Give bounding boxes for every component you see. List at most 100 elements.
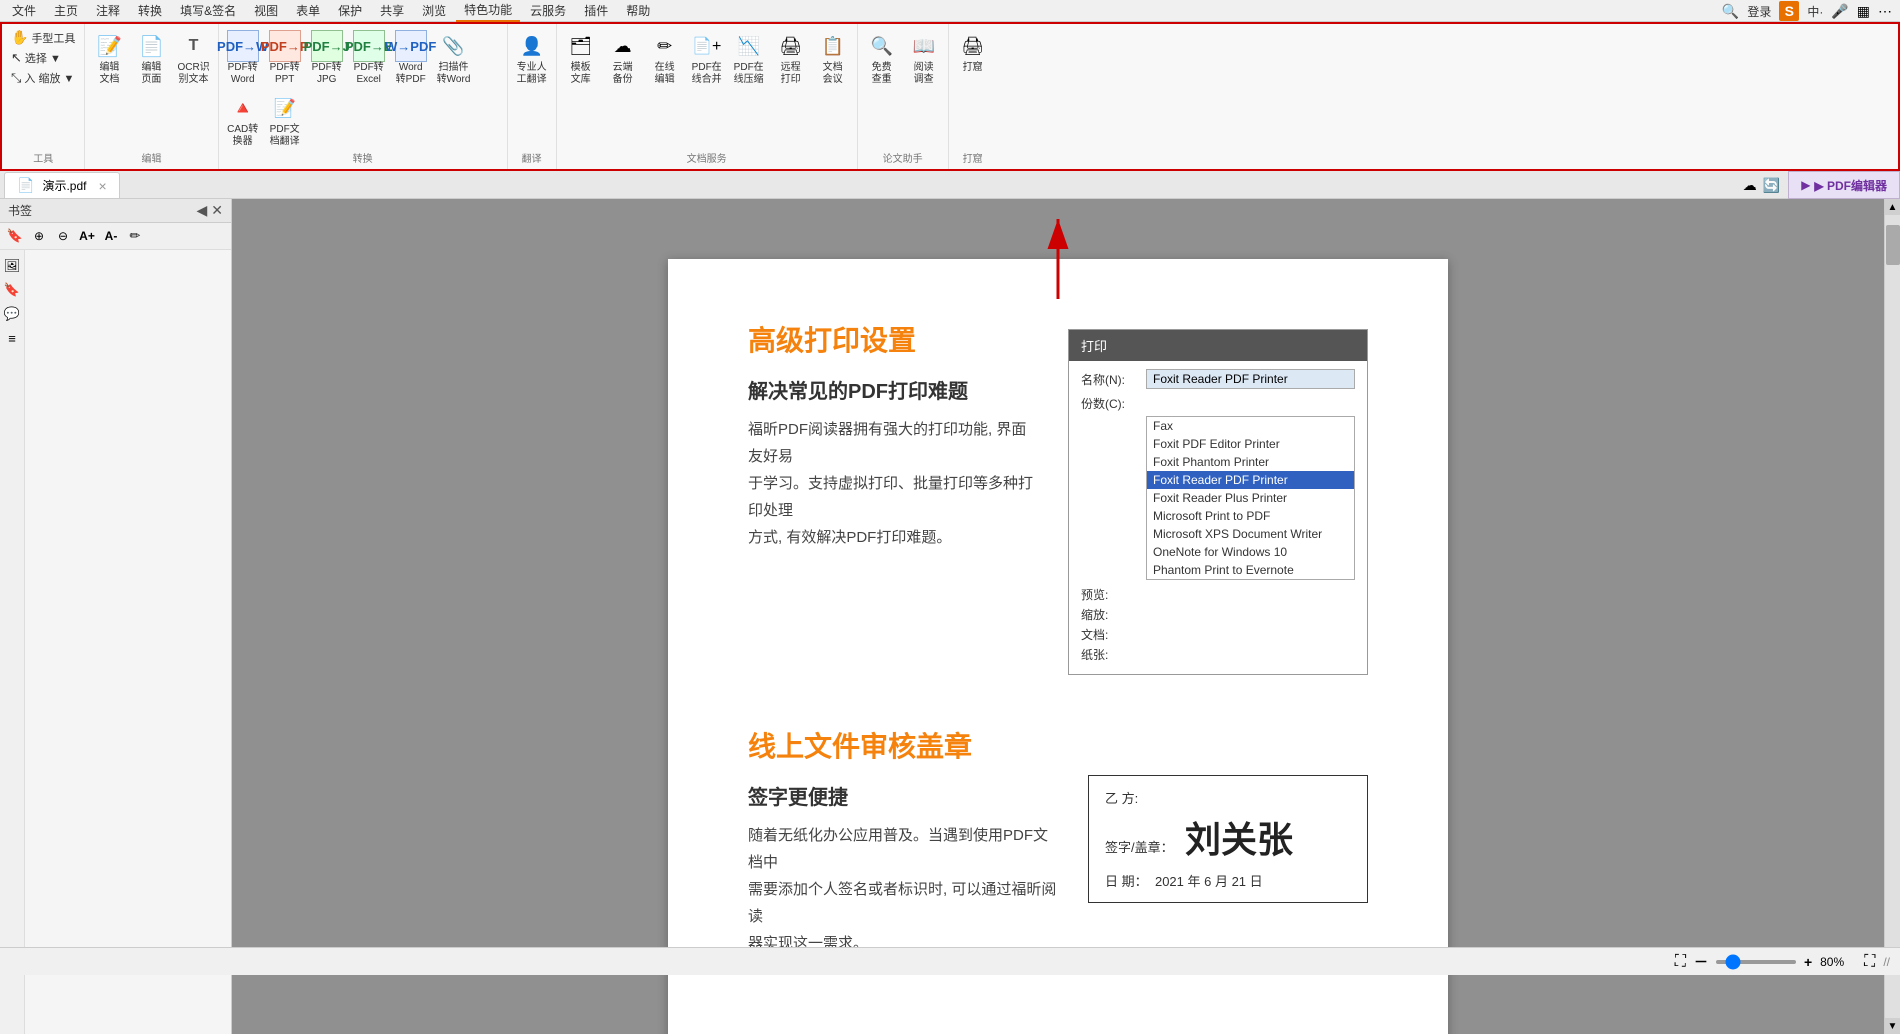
panel-expand-icon[interactable]: ◀	[196, 202, 207, 219]
tools-group-label: 工具	[8, 150, 78, 165]
name-label: 名称(N):	[1081, 371, 1146, 388]
text-decrease-button[interactable]: A-	[100, 225, 122, 247]
panel-collapse-icon[interactable]: ✕	[211, 202, 223, 219]
section2-body1: 随着无纸化办公应用普及。当遇到使用PDF文档中	[748, 822, 1058, 876]
bookmark-collapse-button[interactable]: ⊖	[52, 225, 74, 247]
top-icon-zh: 中·	[1807, 3, 1823, 20]
text-increase-button[interactable]: A+	[76, 225, 98, 247]
cloud-backup-button[interactable]: ☁ 云端备份	[603, 28, 643, 88]
word-to-pdf-button[interactable]: W→PDF Word转PDF	[391, 28, 431, 88]
template-lib-button[interactable]: 🗂 模板文库	[561, 28, 601, 88]
search-icon[interactable]: 🔍	[1722, 3, 1739, 20]
grid-icon[interactable]: ▦	[1857, 3, 1870, 20]
cad-icon: 🔺	[227, 92, 259, 124]
section1-body1: 福昕PDF阅读器拥有强大的打印功能, 界面友好易	[748, 416, 1038, 470]
pdf-to-jpg-button[interactable]: PDF→J PDF转JPG	[307, 28, 347, 88]
logo-s: S	[1779, 1, 1799, 21]
menu-item-share[interactable]: 共享	[372, 0, 412, 21]
printer-ms-xps: Microsoft XPS Document Writer	[1147, 525, 1354, 543]
tab-close-button[interactable]: ×	[98, 178, 106, 194]
ocr-icon: T	[178, 30, 210, 62]
left-panel: 书签 ◀ ✕ 🔖 ⊕ ⊖ A+ A- ✏ 🖼 🔖 💬 ≡	[0, 199, 232, 1034]
sidebar-annot-button[interactable]: 💬	[2, 304, 22, 324]
online-edit-button[interactable]: ✏ 在线编辑	[645, 28, 685, 88]
menu-item-help[interactable]: 帮助	[618, 0, 658, 21]
more-icon[interactable]: ⋯	[1878, 3, 1892, 20]
preview-label: 预览:	[1081, 586, 1146, 603]
pdf-tab[interactable]: 📄 演示.pdf ×	[4, 172, 120, 198]
scrollbar-thumb[interactable]	[1886, 225, 1900, 265]
reading-survey-button[interactable]: 📖 阅读调查	[904, 28, 944, 88]
printer-fax: Fax	[1147, 417, 1354, 435]
hand-tool-button[interactable]: ✋ 手型工具	[8, 28, 78, 47]
convert-group-label: 转换	[223, 150, 503, 165]
print-button[interactable]: 🖨 打窟	[953, 28, 993, 76]
pdf-editor-button[interactable]: ▶ ▶ PDF编辑器	[1788, 171, 1900, 199]
pdf-to-ppt-button[interactable]: PDF→P PDF转PPT	[265, 28, 305, 88]
cad-convert-button[interactable]: 🔺 CAD转换器	[223, 90, 263, 150]
zoom-dialog-label: 缩放:	[1081, 606, 1146, 623]
name-value: Foxit Reader PDF Printer	[1146, 369, 1355, 389]
party-label: 乙 方:	[1105, 788, 1138, 807]
zoom-minus-button[interactable]: －	[1694, 952, 1708, 972]
pdf-page: 高级打印设置 解决常见的PDF打印难题 福昕PDF阅读器拥有强大的打印功能, 界…	[668, 259, 1448, 1034]
pdf-to-excel-button[interactable]: PDF→E PDF转Excel	[349, 28, 389, 88]
menu-item-annotate[interactable]: 注释	[88, 0, 128, 21]
doc-meeting-button[interactable]: 📋 文档会议	[813, 28, 853, 88]
zoom-slider[interactable]	[1716, 960, 1796, 964]
menu-item-form[interactable]: 表单	[288, 0, 328, 21]
paper-label: 纸张:	[1081, 646, 1146, 663]
pdf-editor-label: ▶ PDF编辑器	[1814, 177, 1887, 194]
zoom-plus-button[interactable]: +	[1804, 954, 1812, 970]
mic-icon[interactable]: 🎤	[1831, 3, 1848, 20]
menu-item-special[interactable]: 特色功能	[456, 0, 520, 22]
online-merge-button[interactable]: 📄+ PDF在线合并	[687, 28, 727, 88]
printer-foxit-reader[interactable]: Foxit Reader PDF Printer	[1147, 471, 1354, 489]
merge-icon: 📄+	[691, 30, 723, 62]
menu-item-sign[interactable]: 填写&签名	[172, 0, 244, 21]
sync-icon-tab: 🔄	[1763, 177, 1780, 194]
remote-print-icon: 🖨	[775, 30, 807, 62]
ocr-button[interactable]: T OCR识别文本	[173, 28, 213, 88]
bookmark-add-button[interactable]: 🔖	[4, 225, 26, 247]
pdf-translate-button[interactable]: 📝 PDF文档翻译	[265, 90, 305, 150]
online-compress-button[interactable]: 📉 PDF在线压缩	[729, 28, 769, 88]
fit-width-button[interactable]: ⛶	[1864, 953, 1875, 971]
menu-item-convert[interactable]: 转换	[130, 0, 170, 21]
sidebar-thumb-button[interactable]: 🖼	[2, 256, 22, 276]
pdf-to-word-icon: PDF→W	[227, 30, 259, 62]
section1-subtitle: 解决常见的PDF打印难题	[748, 375, 1038, 404]
menu-item-view[interactable]: 视图	[246, 0, 286, 21]
login-button[interactable]: 登录	[1747, 3, 1771, 20]
bookmark-edit-button[interactable]: ✏	[124, 225, 146, 247]
menu-item-browse[interactable]: 浏览	[414, 0, 454, 21]
zoom-tool-button[interactable]: ⤡ 入 缩放 ▼	[8, 69, 78, 87]
menu-item-plugin[interactable]: 插件	[576, 0, 616, 21]
remote-print-button[interactable]: 🖨 远程打印	[771, 28, 811, 88]
tab-label: 演示.pdf	[42, 177, 86, 194]
scan-to-word-button[interactable]: 📎 扫描件转Word	[433, 28, 475, 88]
plagiarism-check-button[interactable]: 🔍 免费查重	[862, 28, 902, 88]
pdf-to-jpg-icon: PDF→J	[311, 30, 343, 62]
zoom-value-label: 80%	[1820, 955, 1856, 969]
edit-doc-icon: 📝	[93, 30, 125, 62]
printer-foxit-phantom: Foxit Phantom Printer	[1147, 453, 1354, 471]
select-icon: ↖	[11, 50, 22, 66]
pdf-to-word-button[interactable]: PDF→W PDF转Word	[223, 28, 263, 88]
meeting-icon: 📋	[817, 30, 849, 62]
menu-item-file[interactable]: 文件	[4, 0, 44, 21]
fit-page-button[interactable]: ⛶	[1675, 953, 1686, 971]
scan-icon: 📎	[438, 30, 470, 62]
bookmark-expand-button[interactable]: ⊕	[28, 225, 50, 247]
edit-page-button[interactable]: 📄 编辑页面	[131, 28, 171, 88]
edit-doc-button[interactable]: 📝 编辑文档	[89, 28, 129, 88]
select-tool-button[interactable]: ↖ 选择 ▼	[8, 49, 78, 67]
menu-item-home[interactable]: 主页	[46, 0, 86, 21]
pro-translate-button[interactable]: 👤 专业人工翻译	[512, 28, 552, 88]
menu-item-protect[interactable]: 保护	[330, 0, 370, 21]
scroll-up-button[interactable]: ▲	[1885, 199, 1900, 215]
scroll-down-button[interactable]: ▼	[1885, 1018, 1900, 1034]
menu-item-cloud[interactable]: 云服务	[522, 0, 574, 21]
sidebar-bookmark-button[interactable]: 🔖	[2, 280, 22, 300]
sidebar-layer-button[interactable]: ≡	[2, 328, 22, 348]
